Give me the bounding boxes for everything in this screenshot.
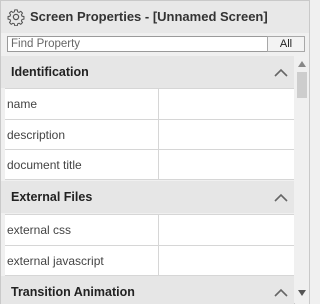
property-label: name: [7, 97, 38, 111]
cell-divider: [158, 246, 159, 276]
property-label: external javascript: [7, 254, 104, 268]
properties-list: Identification name description document…: [1, 56, 309, 304]
property-row-name[interactable]: name: [5, 89, 294, 119]
scroll-up-arrow-icon[interactable]: [298, 61, 306, 67]
section-label: External Files: [11, 190, 93, 204]
property-value-cell[interactable]: [160, 215, 294, 245]
section-label: Identification: [11, 65, 89, 79]
chevron-up-icon[interactable]: [274, 288, 288, 297]
property-value-cell[interactable]: [160, 120, 294, 150]
scroll-down-arrow-icon[interactable]: [298, 290, 306, 296]
cell-divider: [158, 89, 159, 119]
section-label: Transition Animation: [11, 285, 135, 299]
section-header-identification[interactable]: Identification: [1, 56, 294, 88]
vertical-scrollbar[interactable]: [295, 56, 309, 304]
cell-divider: [158, 120, 159, 150]
property-row-document-title[interactable]: document title: [5, 149, 294, 180]
scrollbar-thumb[interactable]: [297, 72, 307, 98]
property-row-external-css[interactable]: external css: [5, 215, 294, 245]
panel-title: Screen Properties - [Unnamed Screen]: [30, 9, 268, 24]
cell-divider: [158, 150, 159, 180]
property-label: description: [7, 128, 66, 142]
section-header-external-files[interactable]: External Files: [1, 181, 294, 213]
property-label: external css: [7, 223, 72, 237]
property-value-cell[interactable]: [160, 89, 294, 119]
all-button[interactable]: All: [267, 36, 305, 52]
property-value-cell[interactable]: [160, 150, 294, 180]
cell-divider: [158, 215, 159, 245]
property-label: document title: [7, 158, 82, 172]
screen-properties-panel: Screen Properties - [Unnamed Screen] All…: [0, 0, 310, 304]
section-header-transition-animation[interactable]: Transition Animation: [1, 276, 294, 304]
find-property-input[interactable]: [7, 36, 271, 52]
panel-header: Screen Properties - [Unnamed Screen]: [1, 1, 309, 33]
chevron-up-icon[interactable]: [274, 68, 288, 77]
chevron-up-icon[interactable]: [274, 193, 288, 202]
property-row-external-javascript[interactable]: external javascript: [5, 245, 294, 276]
gear-icon[interactable]: [7, 8, 25, 26]
property-row-description[interactable]: description: [5, 119, 294, 150]
property-value-cell[interactable]: [160, 246, 294, 276]
